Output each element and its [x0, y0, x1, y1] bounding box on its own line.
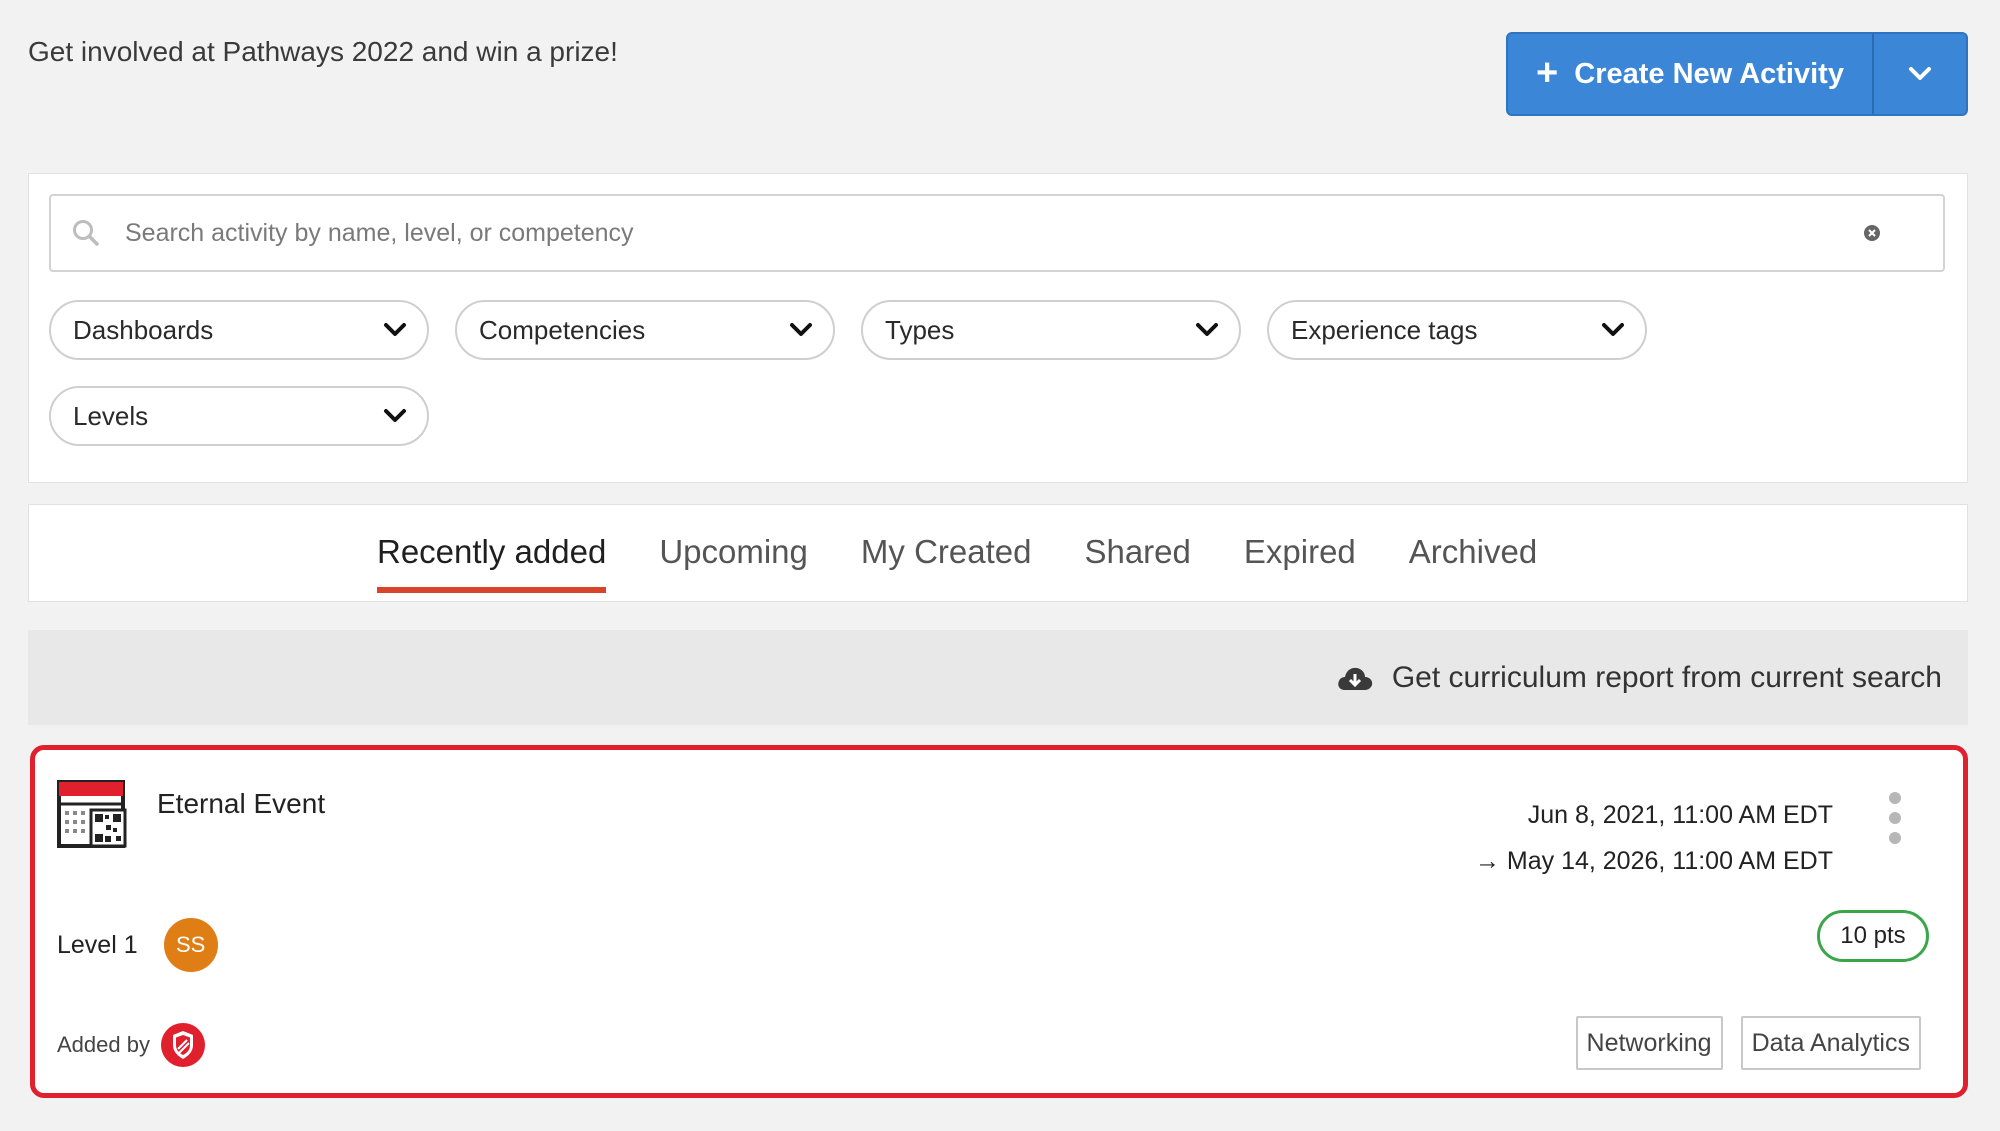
clear-search-icon[interactable]: [1863, 224, 1881, 242]
tag-data-analytics[interactable]: Data Analytics: [1740, 1016, 1921, 1070]
experience-tags: Networking Data Analytics: [1575, 1016, 1921, 1070]
curriculum-report-label: Get curriculum report from current searc…: [1391, 660, 1942, 694]
level-label: Level 1: [57, 930, 138, 959]
added-by-label: Added by: [57, 1032, 150, 1057]
end-date: May 14, 2026, 11:00 AM EDT: [1506, 847, 1833, 875]
tag-networking[interactable]: Networking: [1575, 1016, 1723, 1070]
added-by-row: Added by: [57, 1022, 206, 1068]
promo-text: Get involved at Pathways 2022 and win a …: [28, 36, 618, 67]
activity-card[interactable]: Eternal Event Jun 8, 2021, 11:00 AM EDT …: [30, 745, 1968, 1098]
tabs-panel: Recently added Upcoming My Created Share…: [28, 504, 1968, 602]
competencies-dropdown-label: Competencies: [479, 314, 646, 345]
experience-tags-dropdown[interactable]: Experience tags: [1267, 300, 1647, 360]
chevron-down-icon: [1196, 323, 1218, 336]
filter-panel: Dashboards Competencies Types Experience…: [28, 173, 1968, 483]
tab-upcoming[interactable]: Upcoming: [659, 533, 808, 593]
create-new-activity-button[interactable]: + Create New Activity: [1508, 34, 1872, 114]
chevron-down-icon: [384, 409, 406, 422]
plus-icon: +: [1536, 51, 1559, 94]
competencies-dropdown[interactable]: Competencies: [455, 300, 835, 360]
activity-tabs: Recently added Upcoming My Created Share…: [377, 533, 1537, 593]
tab-recently-added[interactable]: Recently added: [377, 533, 607, 593]
tab-shared[interactable]: Shared: [1084, 533, 1190, 593]
cloud-download-icon: [1338, 667, 1373, 690]
search-input[interactable]: [123, 217, 1863, 249]
dashboards-dropdown-label: Dashboards: [73, 314, 214, 345]
end-date-row: → May 14, 2026, 11:00 AM EDT: [1475, 838, 1833, 884]
tab-archived[interactable]: Archived: [1409, 533, 1537, 593]
tab-expired[interactable]: Expired: [1244, 533, 1356, 593]
search-icon: [73, 220, 99, 246]
create-new-activity-label: Create New Activity: [1574, 57, 1844, 90]
activity-dates: Jun 8, 2021, 11:00 AM EDT → May 14, 2026…: [1475, 792, 1833, 884]
chevron-down-icon: [1909, 67, 1931, 80]
shield-logo-icon[interactable]: [160, 1022, 206, 1068]
chevron-down-icon: [1602, 323, 1624, 336]
create-new-activity-button-group: + Create New Activity: [1506, 32, 1968, 116]
report-bar: Get curriculum report from current searc…: [28, 630, 1968, 725]
activity-title[interactable]: Eternal Event: [157, 788, 325, 820]
arrow-right-icon: →: [1474, 847, 1500, 875]
points-badge: 10 pts: [1817, 910, 1929, 962]
top-bar: Get involved at Pathways 2022 and win a …: [28, 30, 1968, 120]
tab-my-created[interactable]: My Created: [861, 533, 1032, 593]
curriculum-report-link[interactable]: Get curriculum report from current searc…: [1336, 661, 1942, 695]
types-dropdown[interactable]: Types: [861, 300, 1241, 360]
chevron-down-icon: [384, 323, 406, 336]
types-dropdown-label: Types: [885, 314, 955, 345]
avatar[interactable]: SS: [163, 918, 218, 972]
start-date: Jun 8, 2021, 11:00 AM EDT: [1527, 801, 1833, 829]
dashboards-dropdown[interactable]: Dashboards: [49, 300, 429, 360]
experience-tags-dropdown-label: Experience tags: [1291, 314, 1478, 345]
search-box: [49, 194, 1945, 272]
chevron-down-icon: [790, 323, 812, 336]
create-options-dropdown-button[interactable]: [1872, 34, 1966, 114]
more-options-icon[interactable]: [1889, 792, 1903, 844]
levels-dropdown-label: Levels: [73, 400, 149, 431]
levels-dropdown[interactable]: Levels: [49, 386, 429, 446]
event-calendar-qr-icon: [57, 780, 127, 848]
level-row: Level 1 SS: [57, 918, 218, 972]
